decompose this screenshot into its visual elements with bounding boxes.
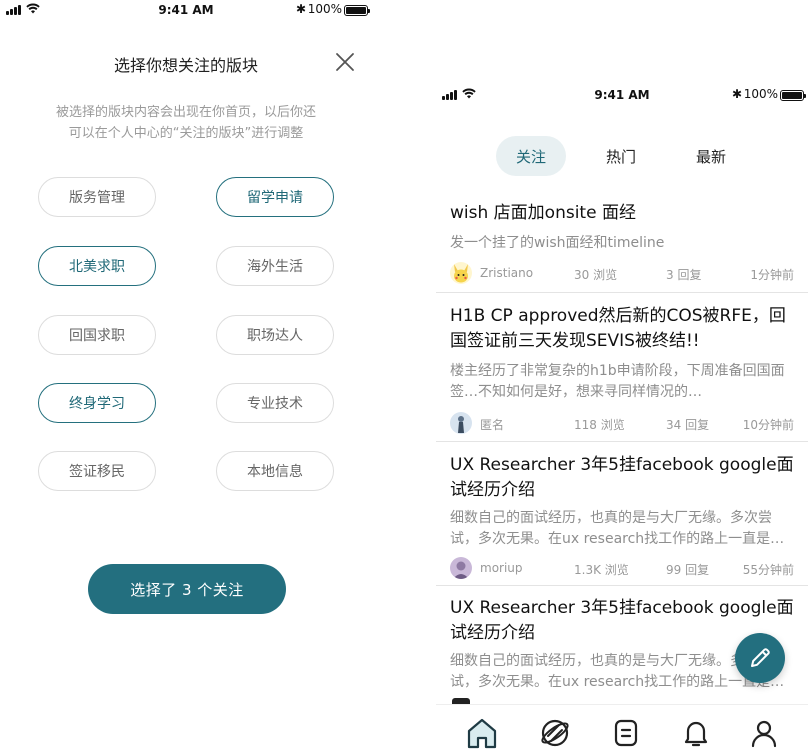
home-icon[interactable] [464, 715, 500, 751]
post-views: 118 浏览 [574, 418, 625, 432]
post-author: moriup [480, 561, 523, 575]
board-chip[interactable]: 终身学习 [38, 383, 156, 423]
bell-icon[interactable] [678, 715, 714, 751]
board-chip[interactable]: 北美求职 [38, 246, 156, 286]
post-meta: 匿名 118 浏览 34 回复 10分钟前 [450, 412, 794, 436]
modal-description: 被选择的版块内容会出现在你首页，以后你还 可以在个人中心的“关注的版块”进行调整 [40, 102, 332, 144]
forum-icon[interactable] [608, 715, 644, 751]
board-chip[interactable]: 本地信息 [216, 451, 334, 491]
post-excerpt: 楼主经历了非常复杂的h1b申请阶段，下周准备回国面签…不知如何是好，想来寻同样情… [450, 363, 785, 400]
board-chip[interactable]: 签证移民 [38, 451, 156, 491]
bluetooth-icon: ✱ [295, 2, 306, 16]
status-bar: 9:41 AM ✱ 100% [436, 85, 808, 105]
tab-latest[interactable]: 最新 [676, 136, 746, 176]
battery-icon [780, 90, 806, 101]
post-time: 1分钟前 [750, 268, 794, 282]
user-avatar [450, 557, 472, 579]
post-title: UX Researcher 3年5挂facebook google面试经历介绍 [450, 455, 794, 500]
anonymous-avatar [450, 412, 472, 434]
post-title: wish 店面加onsite 面经 [450, 203, 636, 223]
post-time: 55分钟前 [742, 563, 794, 577]
profile-icon[interactable] [746, 715, 782, 751]
board-chip[interactable]: 海外生活 [216, 246, 334, 286]
modal-title: 选择你想关注的版块 [113, 56, 258, 75]
post-author: Zristiano [480, 266, 534, 280]
explore-icon[interactable] [537, 715, 573, 751]
tab-following[interactable]: 关注 [496, 136, 566, 176]
board-selection-screen: 9:41 AM ✱ 100% 选择你想关注的版块 被选择的版块内容会出现在你首页… [0, 0, 372, 756]
board-chip[interactable]: 留学申请 [216, 177, 334, 217]
post-views: 30 浏览 [574, 268, 618, 282]
close-icon[interactable] [333, 50, 357, 74]
bluetooth-icon: ✱ [731, 87, 742, 101]
pencil-icon [751, 648, 770, 667]
post-item[interactable]: H1B CP approved然后新的COS被RFE，回国签证前三天发现SEVI… [436, 294, 808, 442]
post-replies: 34 回复 [666, 418, 710, 432]
description-line: 被选择的版块内容会出现在你首页，以后你还 [55, 105, 316, 120]
battery-percent: 100% [743, 87, 778, 101]
board-chip[interactable]: 版务管理 [38, 177, 156, 217]
post-replies: 3 回复 [666, 268, 702, 282]
post-replies: 99 回复 [666, 563, 710, 577]
compose-button[interactable] [735, 633, 785, 683]
board-chip[interactable]: 回国求职 [38, 315, 156, 355]
post-excerpt: 发一个挂了的wish面经和timeline [450, 235, 665, 251]
post-views: 1.3K 浏览 [574, 563, 629, 577]
home-feed-screen: 9:41 AM ✱ 100% 关注 热门 最新 wish 店面加onsite 面… [436, 0, 808, 756]
bottom-nav [436, 704, 808, 756]
battery-icon [344, 5, 370, 16]
post-author: 匿名 [480, 418, 505, 432]
tab-hot[interactable]: 热门 [586, 136, 656, 176]
status-bar: 9:41 AM ✱ 100% [0, 0, 372, 20]
post-item[interactable]: UX Researcher 3年5挂facebook google面试经历介绍 … [436, 443, 808, 586]
post-title: H1B CP approved然后新的COS被RFE，回国签证前三天发现SEVI… [450, 306, 786, 351]
pikachu-avatar [450, 262, 472, 284]
post-item[interactable]: wish 店面加onsite 面经 发一个挂了的wish面经和timeline … [436, 190, 808, 293]
board-chip[interactable]: 专业技术 [216, 383, 334, 423]
post-meta: Zristiano 30 浏览 3 回复 1分钟前 [450, 262, 794, 286]
feed-tabs: 关注 热门 最新 [436, 136, 808, 176]
post-meta: moriup 1.3K 浏览 99 回复 55分钟前 [450, 557, 794, 581]
board-chip[interactable]: 职场达人 [216, 315, 334, 355]
post-excerpt: 细数自己的面试经历，也真的是与大厂无缘。多次尝试，多次无果。在ux resear… [450, 510, 785, 547]
post-time: 10分钟前 [742, 418, 794, 432]
battery-percent: 100% [307, 2, 342, 16]
confirm-follow-button[interactable]: 选择了 3 个关注 [88, 564, 286, 614]
description-line: 可以在个人中心的“关注的版块”进行调整 [68, 126, 304, 141]
